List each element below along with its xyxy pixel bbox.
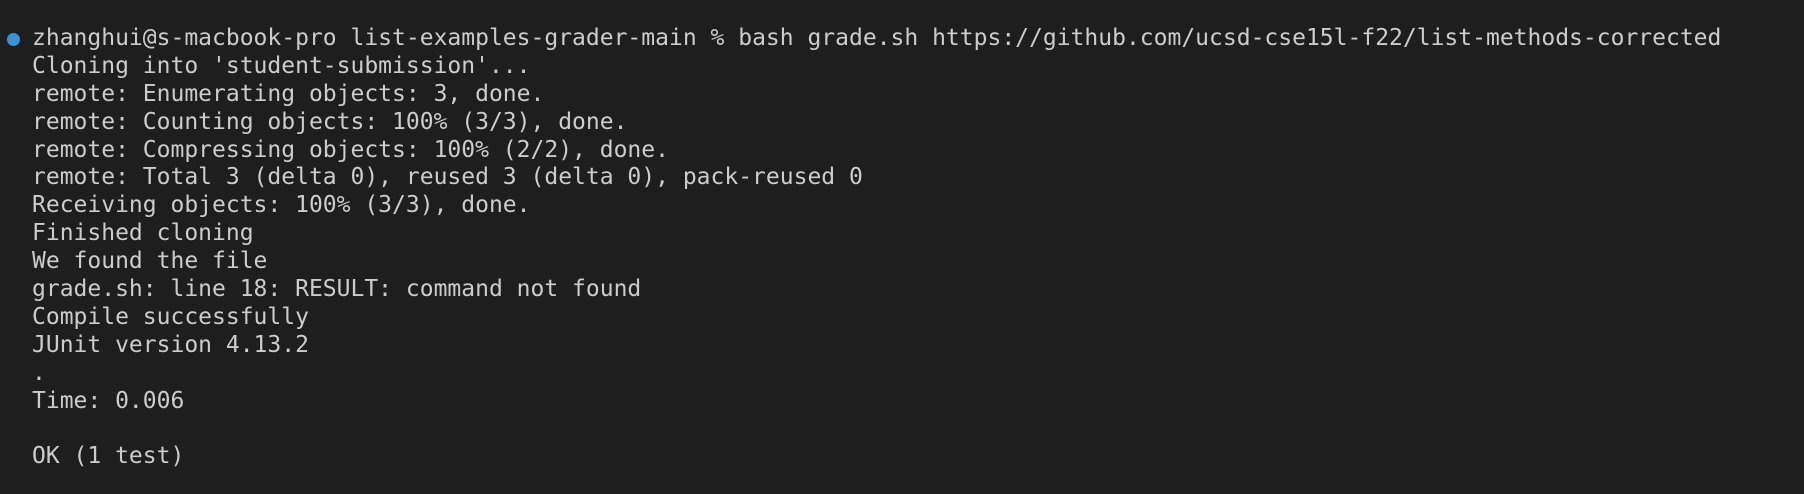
output-line: . xyxy=(32,359,46,386)
output-line: grade.sh: line 18: RESULT: command not f… xyxy=(32,276,642,303)
output-line: Compile successfully xyxy=(32,303,309,330)
shell-prompt: zhanghui@s-macbook-pro list-examples-gra… xyxy=(32,25,739,51)
output-line: Receiving objects: 100% (3/3), done. xyxy=(32,192,531,219)
command-line: zhanghui@s-macbook-pro list-examples-gra… xyxy=(32,25,1804,53)
output-line: remote: Counting objects: 100% (3/3), do… xyxy=(32,108,628,135)
output-line: remote: Compressing objects: 100% (2/2),… xyxy=(32,136,669,163)
terminal-panel[interactable]: zhanghui@s-macbook-pro list-examples-gra… xyxy=(0,0,1804,494)
output-line: remote: Total 3 (delta 0), reused 3 (del… xyxy=(32,164,863,191)
output-line: OK (1 test) xyxy=(32,443,185,470)
command-text: bash grade.sh https://github.com/ucsd-cs… xyxy=(738,25,1722,51)
output-line: We found the file xyxy=(32,248,268,275)
output-line: Cloning into 'student-submission'... xyxy=(32,52,531,79)
output-line: JUnit version 4.13.2 xyxy=(32,331,309,358)
output-line: Finished cloning xyxy=(32,220,254,247)
command-status-dot-icon[interactable] xyxy=(7,33,20,46)
output-line: Time: 0.006 xyxy=(32,387,185,414)
output-line: remote: Enumerating objects: 3, done. xyxy=(32,80,545,107)
